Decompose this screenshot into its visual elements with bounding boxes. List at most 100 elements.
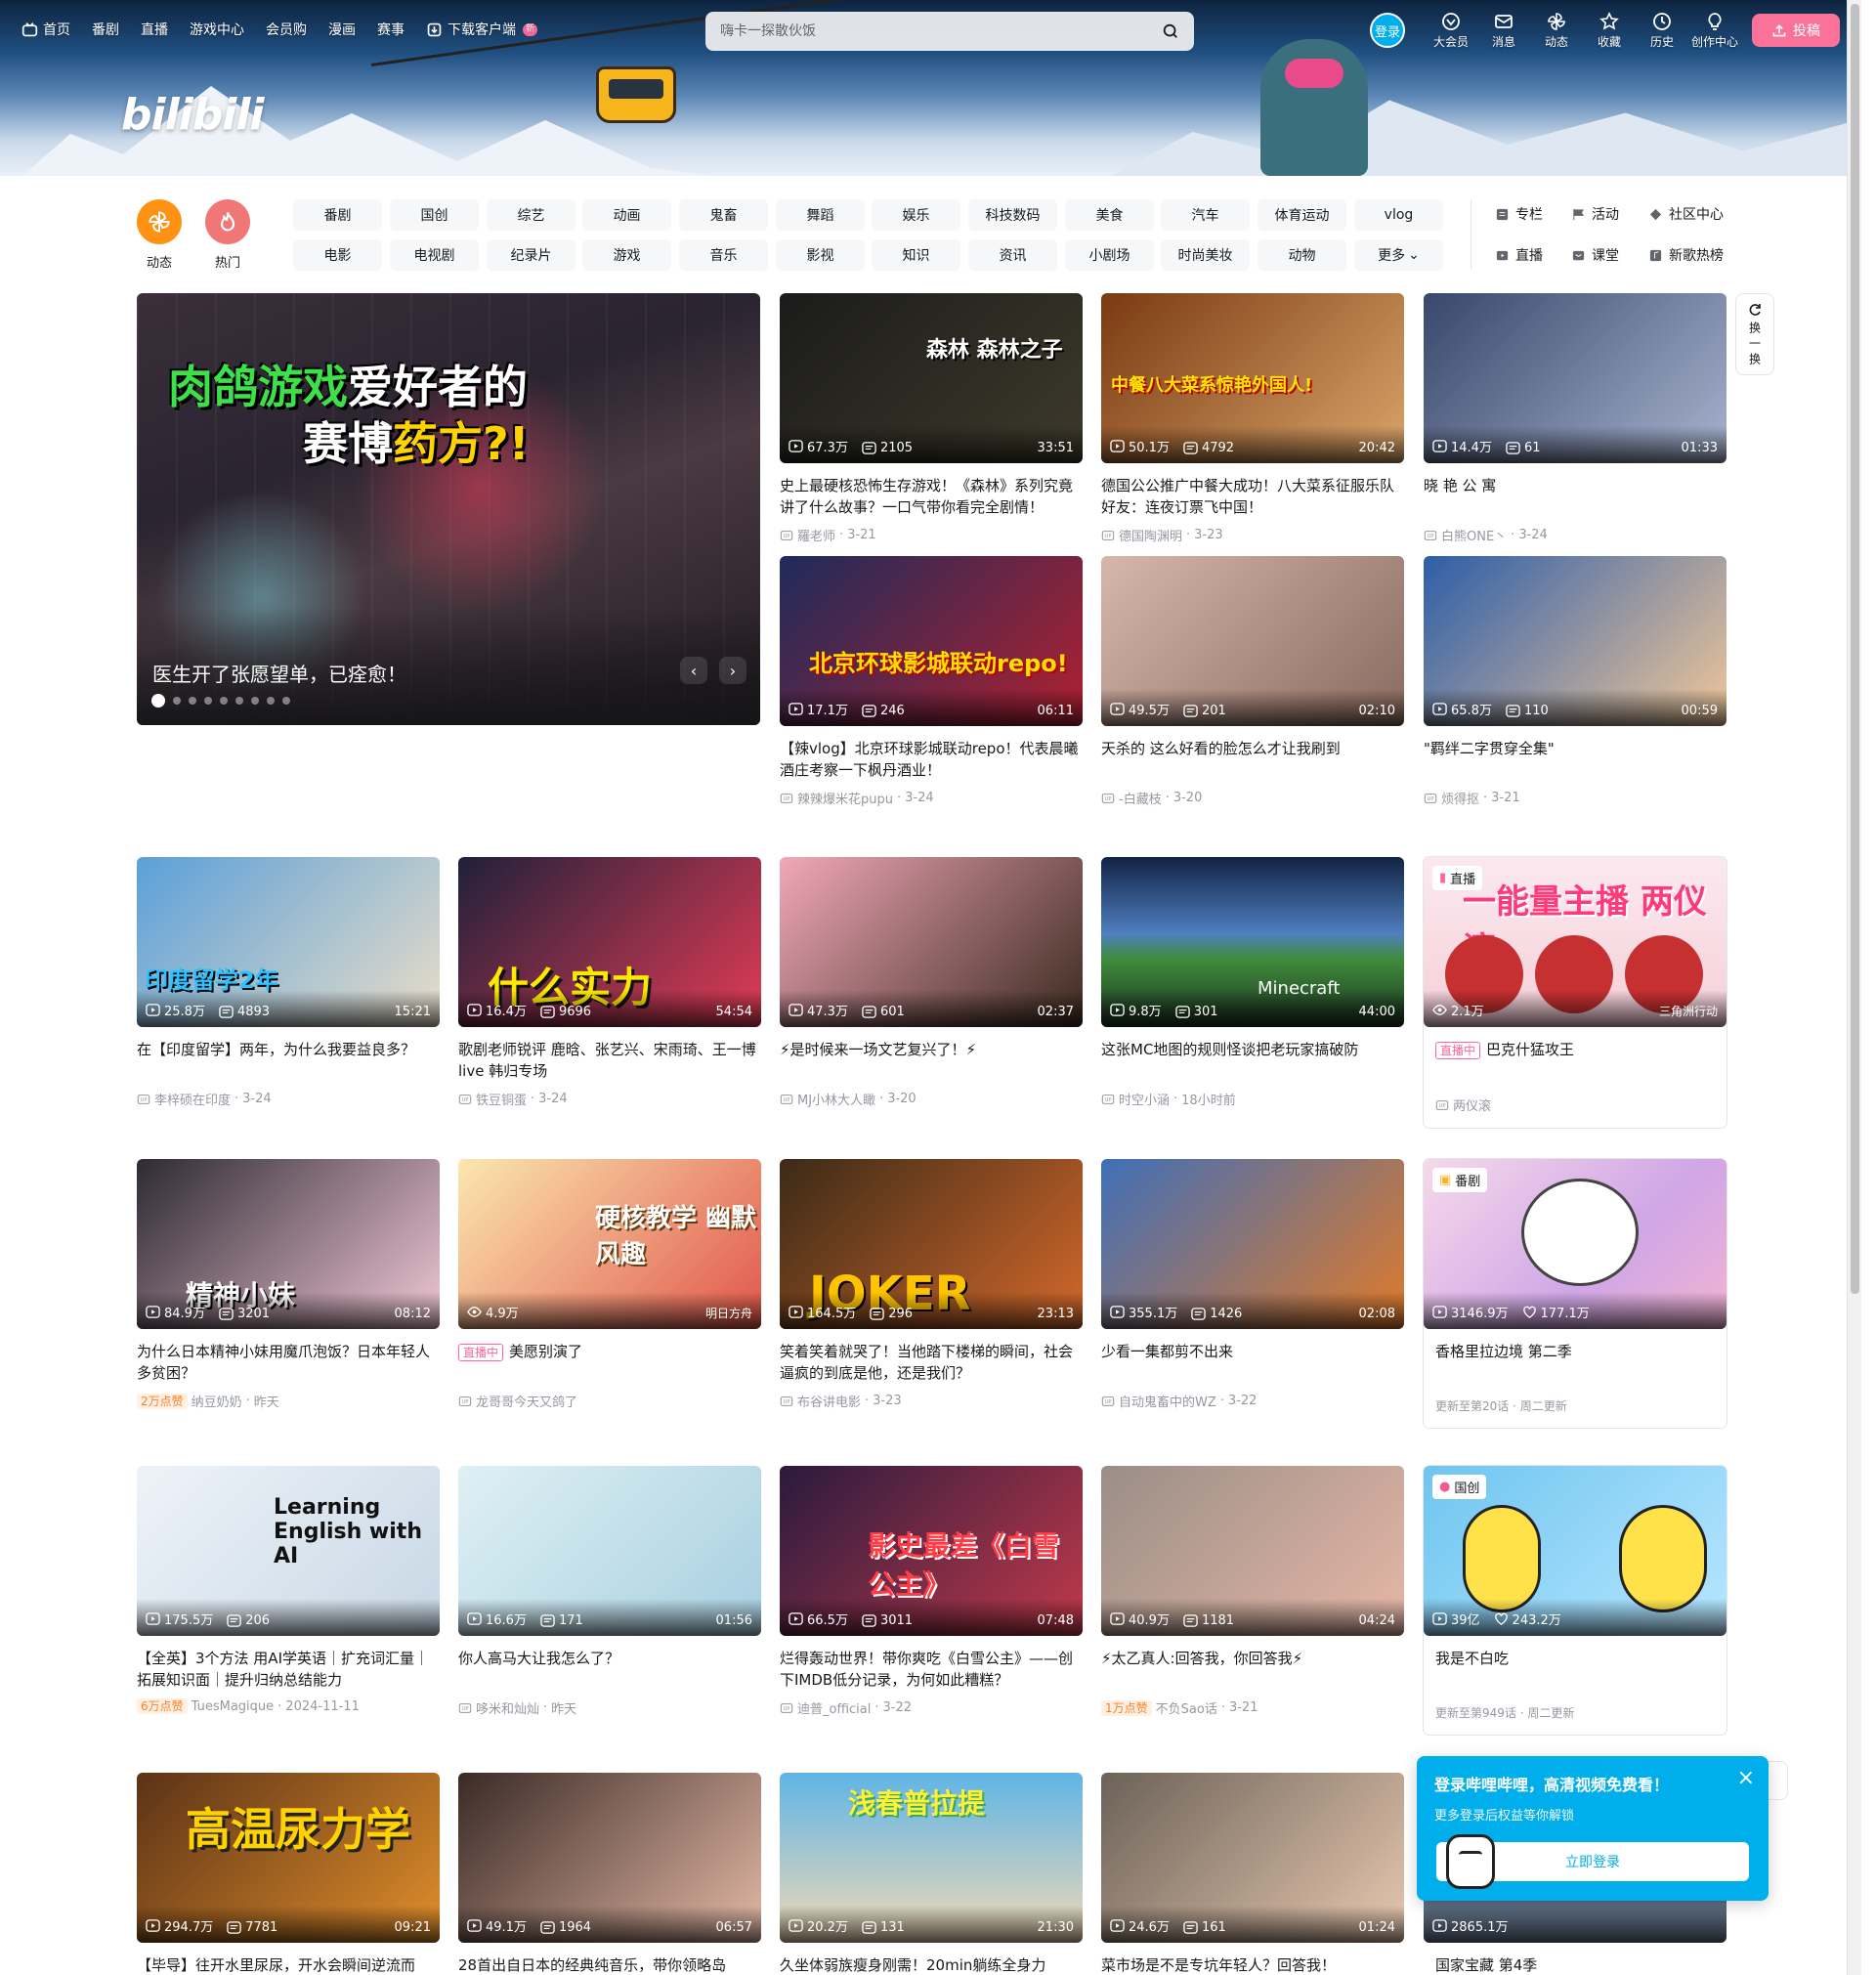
refresh-button[interactable]: 换一换 — [1735, 293, 1774, 375]
video-title[interactable]: ⚡是时候来一场文艺复兴了！⚡ — [780, 1039, 1083, 1082]
bangumi-card[interactable]: ▣ 番剧 3146.9万 177.1万 香格里拉边境 第二季 更新至第20话 · 周… — [1424, 1159, 1727, 1428]
live-author[interactable]: UP 两仪滚 — [1424, 1095, 1727, 1114]
carousel-dot[interactable] — [267, 697, 275, 705]
video-title[interactable]: 为什么日本精神小妹用魔爪泡饭？日本年轻人多贫困？ — [137, 1341, 440, 1384]
video-card[interactable]: 49.1万 1964 06:57 28首出自日本的经典纯音乐，带你领略岛 — [458, 1773, 761, 1975]
video-thumbnail[interactable]: 印度留学2年 25.8万 4893 15:21 — [137, 857, 440, 1027]
video-title[interactable]: 久坐体弱族瘦身刚需！20min躺练全身力 — [780, 1954, 1083, 1975]
login-avatar-button[interactable]: 登录 — [1370, 13, 1405, 48]
nav-mall[interactable]: 会员购 — [266, 20, 307, 39]
video-thumbnail[interactable]: 北京环球影城联动repo! 17.1万 246 06:11 — [780, 556, 1083, 726]
video-card[interactable]: 影史最差《白雪公主》 66.5万 3011 07:48 烂得轰动世界！带你爽吃《白雪公主… — [780, 1466, 1083, 1717]
video-meta[interactable]: UP 德国陶渊明 · 3-23 — [1101, 526, 1404, 544]
video-meta[interactable]: UP 龙哥哥今天又鸽了 — [458, 1392, 761, 1410]
carousel-dot[interactable] — [220, 697, 228, 705]
video-thumbnail[interactable]: 24.6万 161 01:24 — [1101, 1773, 1404, 1943]
video-card[interactable]: JOKER164.5万29623:13笑着笑着就哭了！当他踏下楼梯的瞬间，社会逼… — [780, 1159, 1083, 1410]
channel-5[interactable]: 舞蹈 — [776, 199, 865, 231]
live-card[interactable]: 一能量主播 两仪滚 ▮直播 2.1万三角洲行动 直播中巴克什猛攻王 UP两仪滚 — [1424, 857, 1727, 1128]
channel-10[interactable]: 体育运动 — [1258, 199, 1346, 231]
carousel-prev-button[interactable]: ‹ — [680, 657, 707, 684]
video-title[interactable]: 【毕导】往开水里尿尿，开水会瞬间逆流而 — [137, 1954, 440, 1975]
video-card[interactable]: 65.8万 110 00:59 "羁绊二字贯穿全集" UP 烦得抠 · 3-21 — [1424, 556, 1727, 807]
carousel-dot[interactable] — [235, 697, 243, 705]
link-live[interactable]: 直播 — [1495, 245, 1543, 265]
channel-16[interactable]: 音乐 — [679, 239, 768, 271]
video-thumbnail[interactable]: 浅春普拉提 20.2万 131 21:30 — [780, 1773, 1083, 1943]
video-thumbnail[interactable]: 355.1万 1426 02:08 — [1101, 1159, 1404, 1329]
video-thumbnail[interactable]: Minecraft 9.8万 301 44:00 — [1101, 857, 1404, 1027]
carousel-dot[interactable] — [151, 694, 165, 708]
bangumi-title[interactable]: 香格里拉边境 第二季 — [1424, 1341, 1727, 1384]
video-card[interactable]: 49.5万 201 02:10 天杀的 这么好看的脸怎么才让我刷到 UP -白藏枝 · 3-2… — [1101, 556, 1404, 807]
video-meta[interactable]: UP -白藏枝 · 3-20 — [1101, 789, 1404, 807]
channel-3[interactable]: 动画 — [582, 199, 671, 231]
nav-favorite[interactable]: 收藏 — [1583, 12, 1636, 50]
nav-manga[interactable]: 漫画 — [328, 20, 356, 39]
nav-esports[interactable]: 赛事 — [377, 20, 405, 39]
video-title[interactable]: 【全英】3个方法 用AI学英语｜扩充词汇量｜拓展知识面｜提升归纳总结能力 — [137, 1648, 440, 1691]
nav-home[interactable]: 首页 — [21, 20, 70, 39]
video-meta[interactable]: UP MJ小林大人瞰 · 3-20 — [780, 1090, 1083, 1108]
video-card[interactable]: 森林 森林之子 67.3万 2105 33:51 史上最硬核恐怖生存游戏！《森林》系列究… — [780, 293, 1083, 544]
dynamic-circle-button[interactable] — [137, 199, 182, 244]
nav-dynamic[interactable]: 动态 — [1530, 12, 1583, 50]
guochuang-title[interactable]: 我是不白吃 — [1424, 1648, 1727, 1691]
carousel-dot[interactable] — [173, 697, 181, 705]
nav-creator[interactable]: 创作中心 — [1688, 12, 1741, 50]
popup-close-icon[interactable]: × — [1737, 1768, 1755, 1789]
video-meta[interactable]: UP 自动鬼畜中的WZ · 3-22 — [1101, 1392, 1404, 1410]
video-meta[interactable]: 2万点赞 纳豆奶奶 · 昨天 — [137, 1392, 440, 1410]
hot-circle-button[interactable] — [205, 199, 250, 244]
video-thumbnail[interactable]: 硬核教学 幽默风趣 4.9万 明日方舟 — [458, 1159, 761, 1329]
video-meta[interactable]: 6万点赞 TuesMagique · 2024-11-11 — [137, 1698, 440, 1714]
video-card[interactable]: Learning English with AI 175.5万 206 【全英】3个方… — [137, 1466, 440, 1714]
video-thumbnail[interactable]: 47.3万 601 02:37 — [780, 857, 1083, 1027]
carousel-banner[interactable]: 肉鸽游戏爱好者的 赛博药方?! 医生开了张愿望单，已痊愈！ ‹ › — [137, 293, 760, 725]
channel-14[interactable]: 纪录片 — [487, 239, 576, 271]
channel-9[interactable]: 汽车 — [1161, 199, 1250, 231]
channel-0[interactable]: 番剧 — [293, 199, 382, 231]
video-title[interactable]: 烂得轰动世界！带你爽吃《白雪公主》——创下IMDB低分记录，为何如此糟糕？ — [780, 1648, 1083, 1691]
video-thumbnail[interactable]: 40.9万 1181 04:24 — [1101, 1466, 1404, 1636]
nav-vip[interactable]: 大会员 — [1425, 12, 1477, 50]
link-music-chart[interactable]: 新歌热榜 — [1648, 245, 1724, 265]
video-thumbnail[interactable]: 精神小妹84.9万320108:12 — [137, 1159, 440, 1329]
video-thumbnail[interactable]: 中餐八大菜系惊艳外国人! 50.1万 4792 20:42 — [1101, 293, 1404, 463]
video-meta[interactable]: UP 羅老师 · 3-21 — [780, 526, 1083, 544]
video-meta[interactable]: UP 哆米和灿灿 · 昨天 — [458, 1698, 761, 1717]
channel-2[interactable]: 综艺 — [487, 199, 576, 231]
carousel-next-button[interactable]: › — [719, 657, 746, 684]
video-card[interactable]: 北京环球影城联动repo! 17.1万 246 06:11 【辣vlog】北京环球影城联… — [780, 556, 1083, 807]
video-title[interactable]: 这张MC地图的规则怪谈把老玩家搞破防 — [1101, 1039, 1404, 1082]
banner-caption[interactable]: 医生开了张愿望单，已痊愈！ — [152, 659, 406, 687]
video-meta[interactable]: UP 李梓硕在印度 · 3-24 — [137, 1090, 440, 1108]
video-title[interactable]: 28首出自日本的经典纯音乐，带你领略岛 — [458, 1954, 761, 1975]
video-thumbnail[interactable]: JOKER164.5万29623:13 — [780, 1159, 1083, 1329]
video-title[interactable]: 在【印度留学】两年，为什么我要益良多？ — [137, 1039, 440, 1082]
video-card[interactable]: 印度留学2年 25.8万 4893 15:21 在【印度留学】两年，为什么我要益良多？ U… — [137, 857, 440, 1108]
nav-bangumi[interactable]: 番剧 — [92, 20, 119, 39]
carousel-dot[interactable] — [204, 697, 212, 705]
video-meta[interactable]: UP 烦得抠 · 3-21 — [1424, 789, 1727, 807]
video-card[interactable]: 什么实力 16.4万 9696 54:54 歌剧老师锐评 鹿晗、张艺兴、宋雨琦、王一博 … — [458, 857, 761, 1108]
nav-history[interactable]: 历史 — [1636, 12, 1688, 50]
link-activity[interactable]: 活动 — [1571, 204, 1619, 224]
channel-19[interactable]: 资讯 — [968, 239, 1057, 271]
video-card[interactable]: 40.9万 1181 04:24 ⚡太乙真人:回答我，你回答我⚡ 1万点赞 不负Sao话 ·… — [1101, 1466, 1404, 1717]
video-title[interactable]: 晓 艳 公 寓 — [1424, 475, 1727, 518]
video-card[interactable]: 中餐八大菜系惊艳外国人! 50.1万 4792 20:42 德国公公推广中餐大成功！八大… — [1101, 293, 1404, 544]
video-title[interactable]: "羁绊二字贯穿全集" — [1424, 738, 1727, 781]
video-title[interactable]: 你人高马大让我怎么了？ — [458, 1648, 761, 1691]
nav-download[interactable]: 下载客户端新 — [426, 20, 538, 39]
video-meta[interactable]: UP 迪普_official · 3-22 — [780, 1698, 1083, 1717]
channel-6[interactable]: 娱乐 — [872, 199, 960, 231]
video-title[interactable]: 少看一集都剪不出来 — [1101, 1341, 1404, 1384]
video-meta[interactable]: 1万点赞 不负Sao话 · 3-21 — [1101, 1698, 1404, 1717]
video-thumbnail[interactable]: 影史最差《白雪公主》 66.5万 3011 07:48 — [780, 1466, 1083, 1636]
live-title-row[interactable]: 直播中 巴克什猛攻王 — [1424, 1039, 1727, 1082]
video-thumbnail[interactable]: 高温尿力学 294.7万 7781 09:21 — [137, 1773, 440, 1943]
video-title-row[interactable]: 直播中 美愿别演了 — [458, 1341, 761, 1384]
link-course[interactable]: 课堂 — [1571, 245, 1619, 265]
video-card[interactable]: 14.4万 61 01:33 晓 艳 公 寓 UP 白熊ONE丶 · 3-24 — [1424, 293, 1727, 544]
